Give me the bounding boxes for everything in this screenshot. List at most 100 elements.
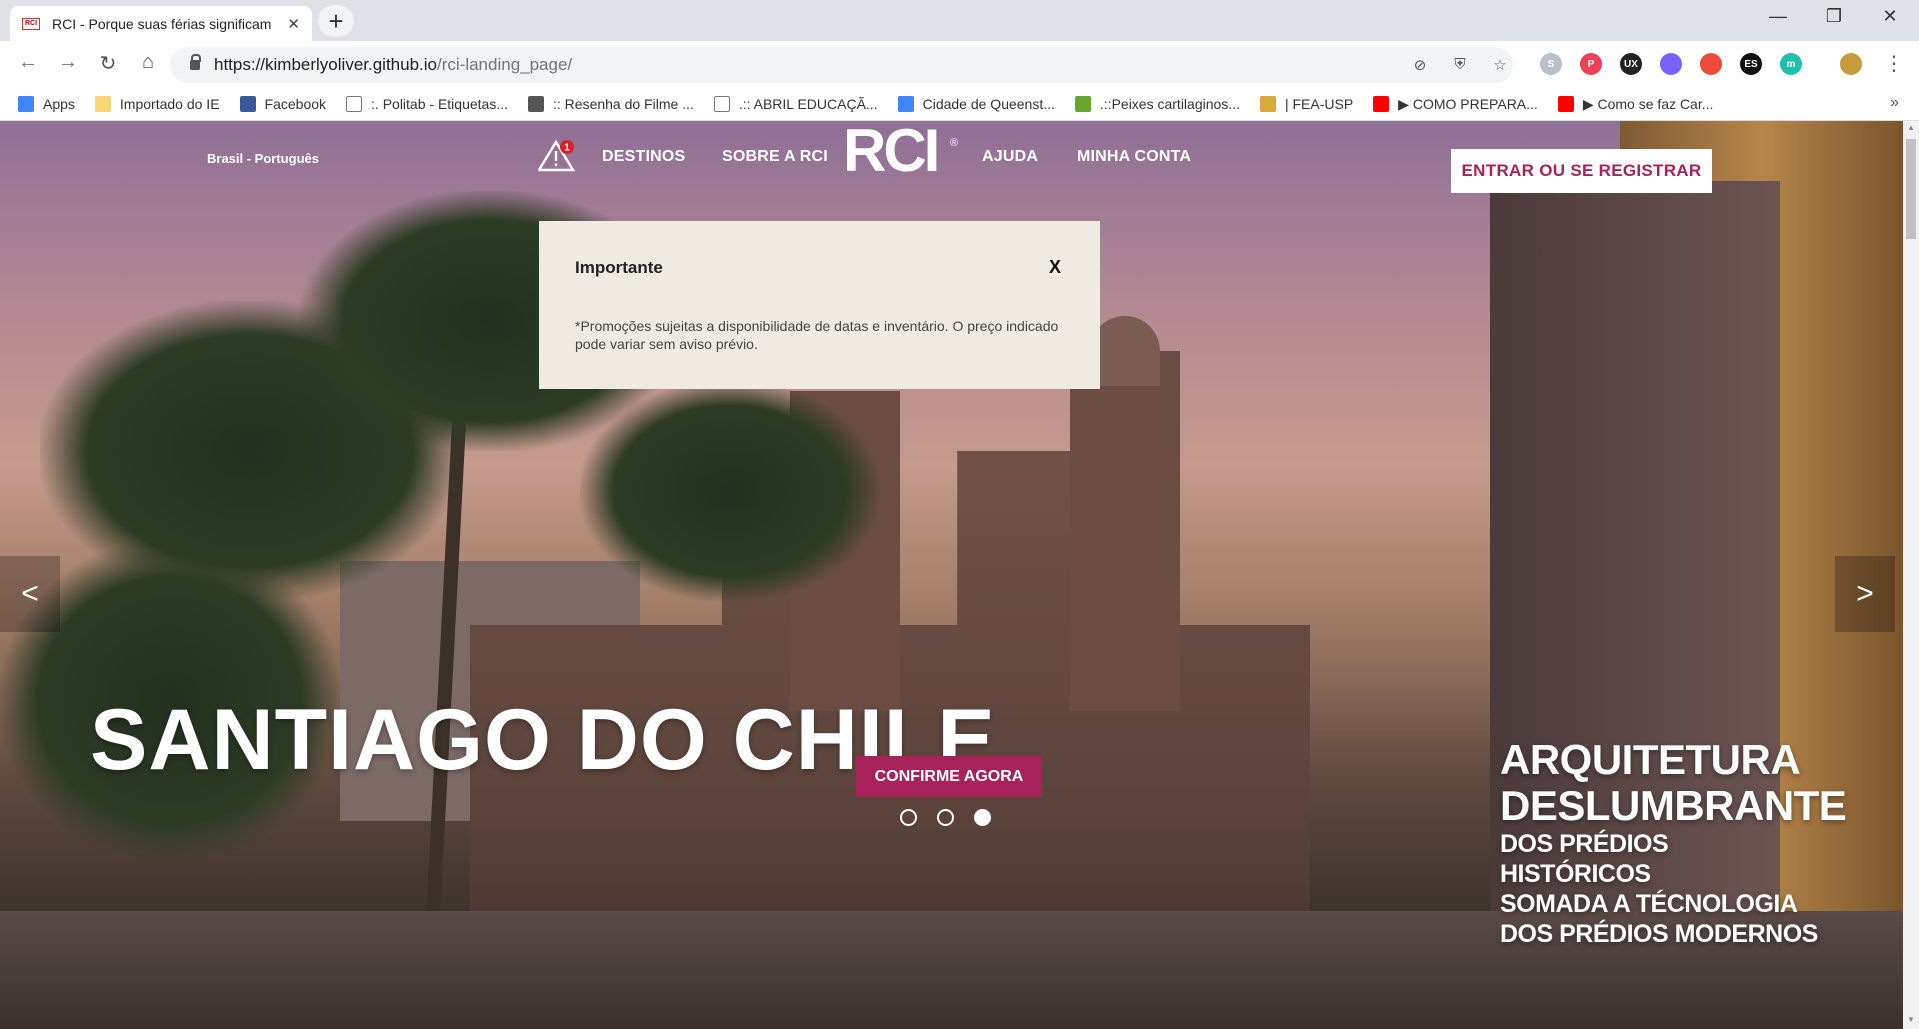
scroll-up-icon[interactable]: ▲ [1906,123,1916,132]
modal-close-button[interactable]: X [1049,257,1061,278]
carousel-prev-arrow[interactable]: < [0,556,60,632]
leaf-icon [1074,96,1091,112]
page-icon [713,96,730,112]
gradient-ext-icon[interactable] [1660,53,1682,75]
caption-line: DESLUMBRANTE [1500,782,1847,829]
translate-icon[interactable]: ⊘ [1410,56,1430,76]
bookmark-item[interactable]: :: Resenha do Filme ... [528,96,694,112]
bookmark-label: Importado do IE [119,96,220,112]
bookmark-star-icon[interactable]: ☆ [1490,56,1510,76]
shield-icon[interactable]: ⛨ [1450,56,1470,76]
bookmark-label: Cidade de Queenst... [922,96,1055,112]
minimize-icon[interactable]: — [1758,6,1798,27]
login-register-button[interactable]: ENTRAR OU SE REGISTRAR [1451,149,1712,193]
caption-line: DOS PRÉDIOS HISTÓRICOS [1500,830,1669,888]
bookmark-item[interactable]: :. Politab - Etiquetas... [346,96,508,112]
youtube-icon [1373,96,1390,112]
nav-sobre-a-rci[interactable]: SOBRE A RCI [722,148,828,166]
cathedral-right-tower-image [1070,351,1180,711]
back-icon[interactable]: ← [14,51,42,74]
menu-kebab-icon[interactable]: ⋮ [1880,51,1908,76]
bookmark-label: .::Peixes cartilaginos... [1099,96,1240,112]
red-ext-icon[interactable] [1700,53,1722,75]
es-ext-icon[interactable]: ES [1740,53,1762,75]
carousel-dot[interactable] [900,809,917,826]
scroll-down-icon[interactable]: ▼ [1906,1015,1916,1024]
tab-title: RCI - Porque suas férias significam [52,15,272,32]
bookmark-item[interactable]: | FEA-USP [1259,96,1354,112]
bookmark-label: :: Resenha do Filme ... [553,96,694,112]
bookmark-label: | FEA-USP [1284,96,1354,112]
nav-minha-conta[interactable]: MINHA CONTA [1077,148,1191,166]
nav-destinos[interactable]: DESTINOS [602,148,685,166]
lock-icon [190,54,201,70]
scroll-thumb[interactable] [1906,139,1916,239]
palm-tree-image [580,381,880,601]
browser-toolbar: ← → ↻ ⌂ https://kimberlyoliver.github.io… [0,41,1919,88]
caption-line: SOMADA A TÉCNOLOGIA [1500,890,1798,918]
bookmark-label: .:: ABRIL EDUCAÇÃ... [738,96,878,112]
page-icon [346,96,363,112]
restore-icon[interactable]: ❐ [1814,6,1854,27]
bookmark-label: Apps [43,96,75,112]
alert-count-badge: 1 [564,143,570,154]
nav-ajuda[interactable]: AJUDA [982,148,1038,166]
address-bar[interactable]: https://kimberlyoliver.github.io/rci-lan… [170,47,1513,83]
forward-icon[interactable]: → [54,51,82,74]
carousel-dot[interactable] [937,809,954,826]
registered-mark: ® [950,137,959,149]
bookmark-item[interactable]: ▶ Como se faz Car... [1557,95,1714,113]
bookmark-item[interactable]: Facebook [239,96,327,112]
tab-strip: RCI RCI - Porque suas férias significam … [0,0,1919,41]
bookmark-label: Facebook [264,96,327,112]
bookmark-label: :. Politab - Etiquetas... [371,96,508,112]
carousel-next-arrow[interactable]: > [1835,556,1895,632]
rci-logo[interactable]: RCI [843,121,940,181]
bookmark-label: ▶ Como se faz Car... [1582,95,1714,112]
hero-side-caption: ARQUITETURA DESLUMBRANTE DOS PRÉDIOS HIS… [1500,736,1847,949]
ux-ext-icon[interactable]: UX [1620,53,1642,75]
cathedral-dome-image [1090,316,1160,386]
tab-close-icon[interactable]: ✕ [287,15,300,33]
teal-ext-icon[interactable]: m [1780,53,1802,75]
page-scrollbar[interactable]: ▲ ▼ [1903,121,1919,1029]
language-selector[interactable]: Brasil - Português [207,151,319,166]
bookmark-item[interactable]: .:: ABRIL EDUCAÇÃ... [713,96,878,112]
bookmark-item[interactable]: .::Peixes cartilaginos... [1074,96,1240,112]
apps-grid-icon [18,96,34,112]
bookmark-item[interactable]: ▶ COMO PREPARA... [1373,96,1538,113]
confirm-now-button[interactable]: CONFIRME AGORA [856,756,1042,797]
carousel-indicators [900,809,991,826]
reload-icon[interactable]: ↻ [94,51,122,76]
page-viewport: Brasil - Português 1 DESTINOS SOBRE A RC… [0,121,1903,1029]
modal-body-text: *Promoções sujeitas a disponibilidade de… [575,318,1059,352]
url-path: /rci-landing_page/ [437,55,573,74]
modal-title: Importante [575,258,663,277]
bookmarks-bar: Apps Importado do IE Facebook :. Politab - … [0,88,1919,121]
close-window-icon[interactable]: ✕ [1870,6,1910,27]
rci-favicon-icon: RCI [22,17,40,30]
caption-line: DOS PRÉDIOS MODERNOS [1500,920,1818,948]
browser-tab[interactable]: RCI RCI - Porque suas férias significam … [10,6,312,41]
important-notice-modal: Importante X *Promoções sujeitas a dispo… [539,221,1100,389]
profile-avatar[interactable] [1840,53,1862,75]
alert-triangle-icon[interactable]: 1 [536,139,576,172]
home-icon[interactable]: ⌂ [134,51,162,74]
new-tab-button[interactable]: + [318,5,354,37]
dvd-icon [528,96,544,112]
fea-icon [1259,96,1276,112]
url-host: https://kimberlyoliver.github.io [214,55,437,74]
google-icon [897,96,914,112]
folder-icon [94,96,111,112]
bookmark-label: ▶ COMO PREPARA... [1398,95,1538,112]
youtube-icon [1557,96,1574,112]
facebook-icon [239,96,256,112]
bookmark-item[interactable]: Cidade de Queenst... [897,96,1055,112]
carousel-dot[interactable] [974,809,991,826]
pocket-ext-icon[interactable]: P [1580,53,1602,75]
skype-ext-icon[interactable]: S [1540,53,1562,75]
bookmark-item[interactable]: Apps [18,96,75,112]
caption-line: ARQUITETURA [1500,736,1801,783]
bookmarks-overflow-icon[interactable]: » [1890,94,1899,112]
bookmark-item[interactable]: Importado do IE [94,96,220,112]
